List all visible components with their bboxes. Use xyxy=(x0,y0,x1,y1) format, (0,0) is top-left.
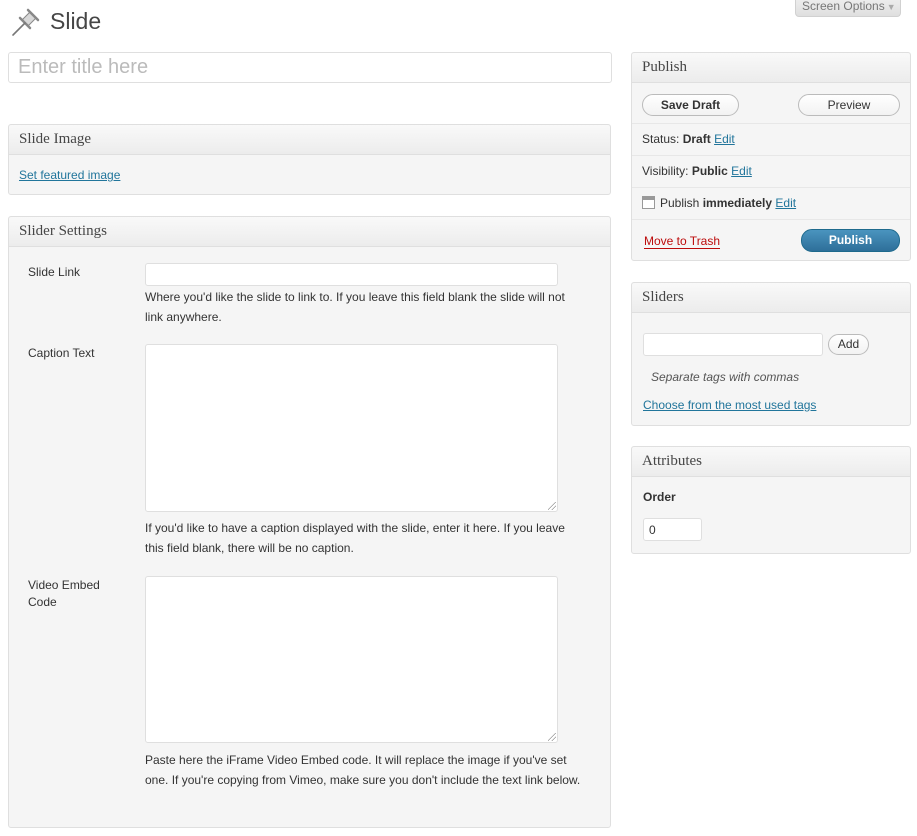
caption-text-label: Caption Text xyxy=(28,346,95,360)
visibility-label: Visibility: xyxy=(642,164,689,178)
resize-handle-icon[interactable] xyxy=(548,733,556,741)
publish-actions-divider xyxy=(632,219,910,220)
pushpin-icon xyxy=(12,8,40,36)
schedule-value: immediately xyxy=(702,196,773,210)
tags-hint: Separate tags with commas xyxy=(651,370,800,384)
calendar-icon xyxy=(642,196,655,209)
chevron-down-icon: ▼ xyxy=(886,2,896,12)
choose-most-used-tags-link[interactable]: Choose from the most used tags xyxy=(643,398,816,412)
slide-link-input[interactable] xyxy=(145,263,558,286)
caption-text-textarea[interactable] xyxy=(145,344,558,512)
move-to-trash-link[interactable]: Move to Trash xyxy=(644,234,721,249)
resize-handle-icon[interactable] xyxy=(548,502,556,510)
edit-schedule-link[interactable]: Edit xyxy=(775,196,796,210)
save-draft-button[interactable]: Save Draft xyxy=(642,94,739,116)
add-tag-button[interactable]: Add xyxy=(828,334,869,355)
sliders-box: Sliders Add Separate tags with commas Ch… xyxy=(631,282,911,426)
status-value: Draft xyxy=(682,132,711,146)
page-title: Slide xyxy=(50,8,102,34)
post-title-input[interactable] xyxy=(8,52,612,83)
sliders-heading[interactable]: Sliders xyxy=(632,283,910,313)
schedule-label: Publish xyxy=(660,196,700,210)
publish-heading[interactable]: Publish xyxy=(632,53,910,83)
schedule-row: Publish immediately Edit xyxy=(632,187,910,220)
screen-options-button[interactable]: Screen Options ▼ xyxy=(795,0,901,17)
slide-link-label: Slide Link xyxy=(28,265,81,279)
new-tag-input[interactable] xyxy=(643,333,823,356)
set-featured-image-link[interactable]: Set featured image xyxy=(19,168,120,182)
publish-box: Publish Save Draft Preview Status: Draft… xyxy=(631,52,911,261)
slide-image-heading[interactable]: Slide Image xyxy=(9,125,610,155)
visibility-value: Public xyxy=(691,164,728,178)
video-embed-description: Paste here the iFrame Video Embed code. … xyxy=(145,753,581,787)
order-label: Order xyxy=(643,490,676,504)
attributes-box: Attributes Order xyxy=(631,446,911,554)
visibility-row: Visibility: Public Edit xyxy=(632,155,910,188)
slider-settings-heading[interactable]: Slider Settings xyxy=(9,217,610,247)
slide-link-description: Where you'd like the slide to link to. I… xyxy=(145,290,565,324)
caption-text-description: If you'd like to have a caption displaye… xyxy=(145,521,565,555)
status-row: Status: Draft Edit xyxy=(632,123,910,156)
slider-settings-box: Slider Settings Slide Link Where you'd l… xyxy=(8,216,611,828)
edit-status-link[interactable]: Edit xyxy=(714,132,735,146)
status-label: Status: xyxy=(642,132,680,146)
slide-image-box: Slide Image Set featured image xyxy=(8,124,611,195)
publish-button[interactable]: Publish xyxy=(801,229,900,252)
order-input[interactable] xyxy=(643,518,702,541)
screen-options-label: Screen Options xyxy=(802,0,885,13)
attributes-heading[interactable]: Attributes xyxy=(632,447,910,477)
preview-button[interactable]: Preview xyxy=(798,94,900,116)
edit-visibility-link[interactable]: Edit xyxy=(731,164,752,178)
video-embed-textarea[interactable] xyxy=(145,576,558,743)
video-embed-label: Video Embed Code xyxy=(28,578,100,609)
